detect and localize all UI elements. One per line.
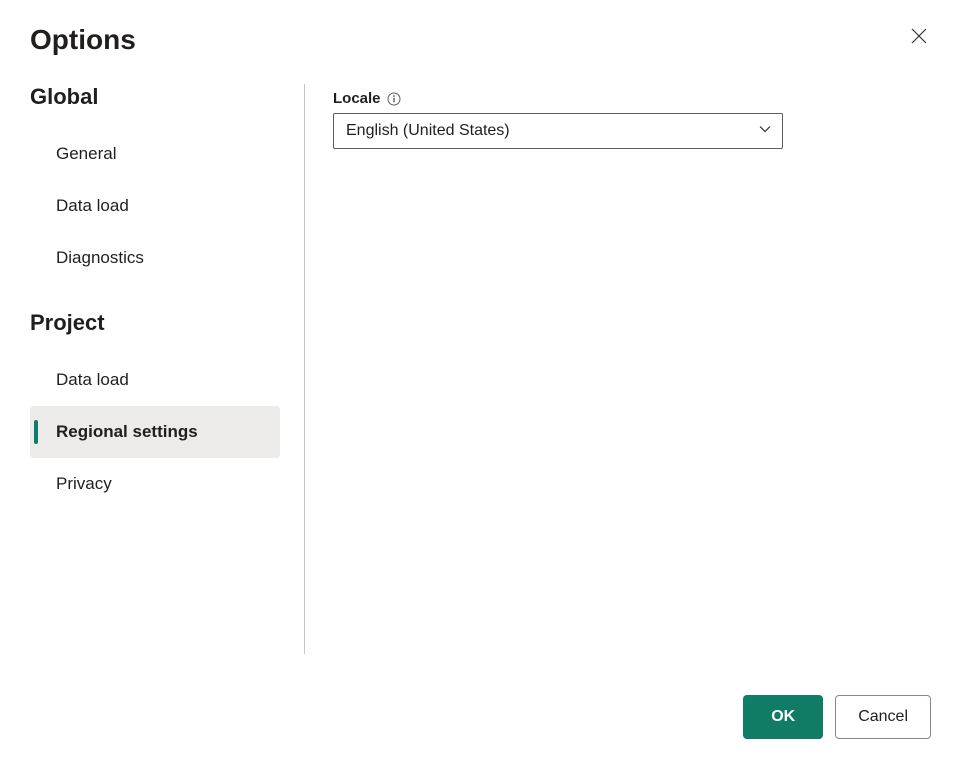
nav-item-label: Data load (56, 370, 129, 389)
dialog-footer: OK Cancel (30, 695, 931, 739)
close-button[interactable] (907, 24, 931, 48)
cancel-button-label: Cancel (858, 708, 908, 726)
nav-item-privacy[interactable]: Privacy (30, 458, 280, 510)
close-icon (911, 28, 927, 44)
section-header-global: Global (30, 84, 280, 110)
nav-item-label: Data load (56, 196, 129, 215)
locale-label-row: Locale (333, 90, 931, 107)
nav-item-label: Regional settings (56, 422, 198, 441)
dialog-title: Options (30, 24, 136, 56)
nav-item-regional-settings[interactable]: Regional settings (30, 406, 280, 458)
nav-item-label: Privacy (56, 474, 112, 493)
dialog-header: Options (30, 24, 931, 56)
nav-item-label: Diagnostics (56, 248, 144, 267)
cancel-button[interactable]: Cancel (835, 695, 931, 739)
ok-button[interactable]: OK (743, 695, 823, 739)
content-pane: Locale English (United States) (305, 84, 931, 675)
nav-item-data-load-project[interactable]: Data load (30, 354, 280, 406)
options-dialog: Options Global General Data load Diagnos… (0, 0, 961, 769)
chevron-down-icon (758, 122, 772, 141)
locale-label: Locale (333, 90, 381, 107)
info-icon[interactable] (387, 91, 402, 106)
locale-dropdown-value: English (United States) (346, 122, 510, 140)
nav-list-global: General Data load Diagnostics (30, 128, 280, 284)
nav-item-general[interactable]: General (30, 128, 280, 180)
section-header-project: Project (30, 310, 280, 336)
nav-item-label: General (56, 144, 116, 163)
locale-dropdown[interactable]: English (United States) (333, 113, 783, 149)
ok-button-label: OK (771, 708, 795, 726)
nav-item-diagnostics[interactable]: Diagnostics (30, 232, 280, 284)
nav-list-project: Data load Regional settings Privacy (30, 354, 280, 510)
dialog-body: Global General Data load Diagnostics Pro… (30, 84, 931, 675)
nav-item-data-load-global[interactable]: Data load (30, 180, 280, 232)
sidebar: Global General Data load Diagnostics Pro… (30, 84, 305, 654)
